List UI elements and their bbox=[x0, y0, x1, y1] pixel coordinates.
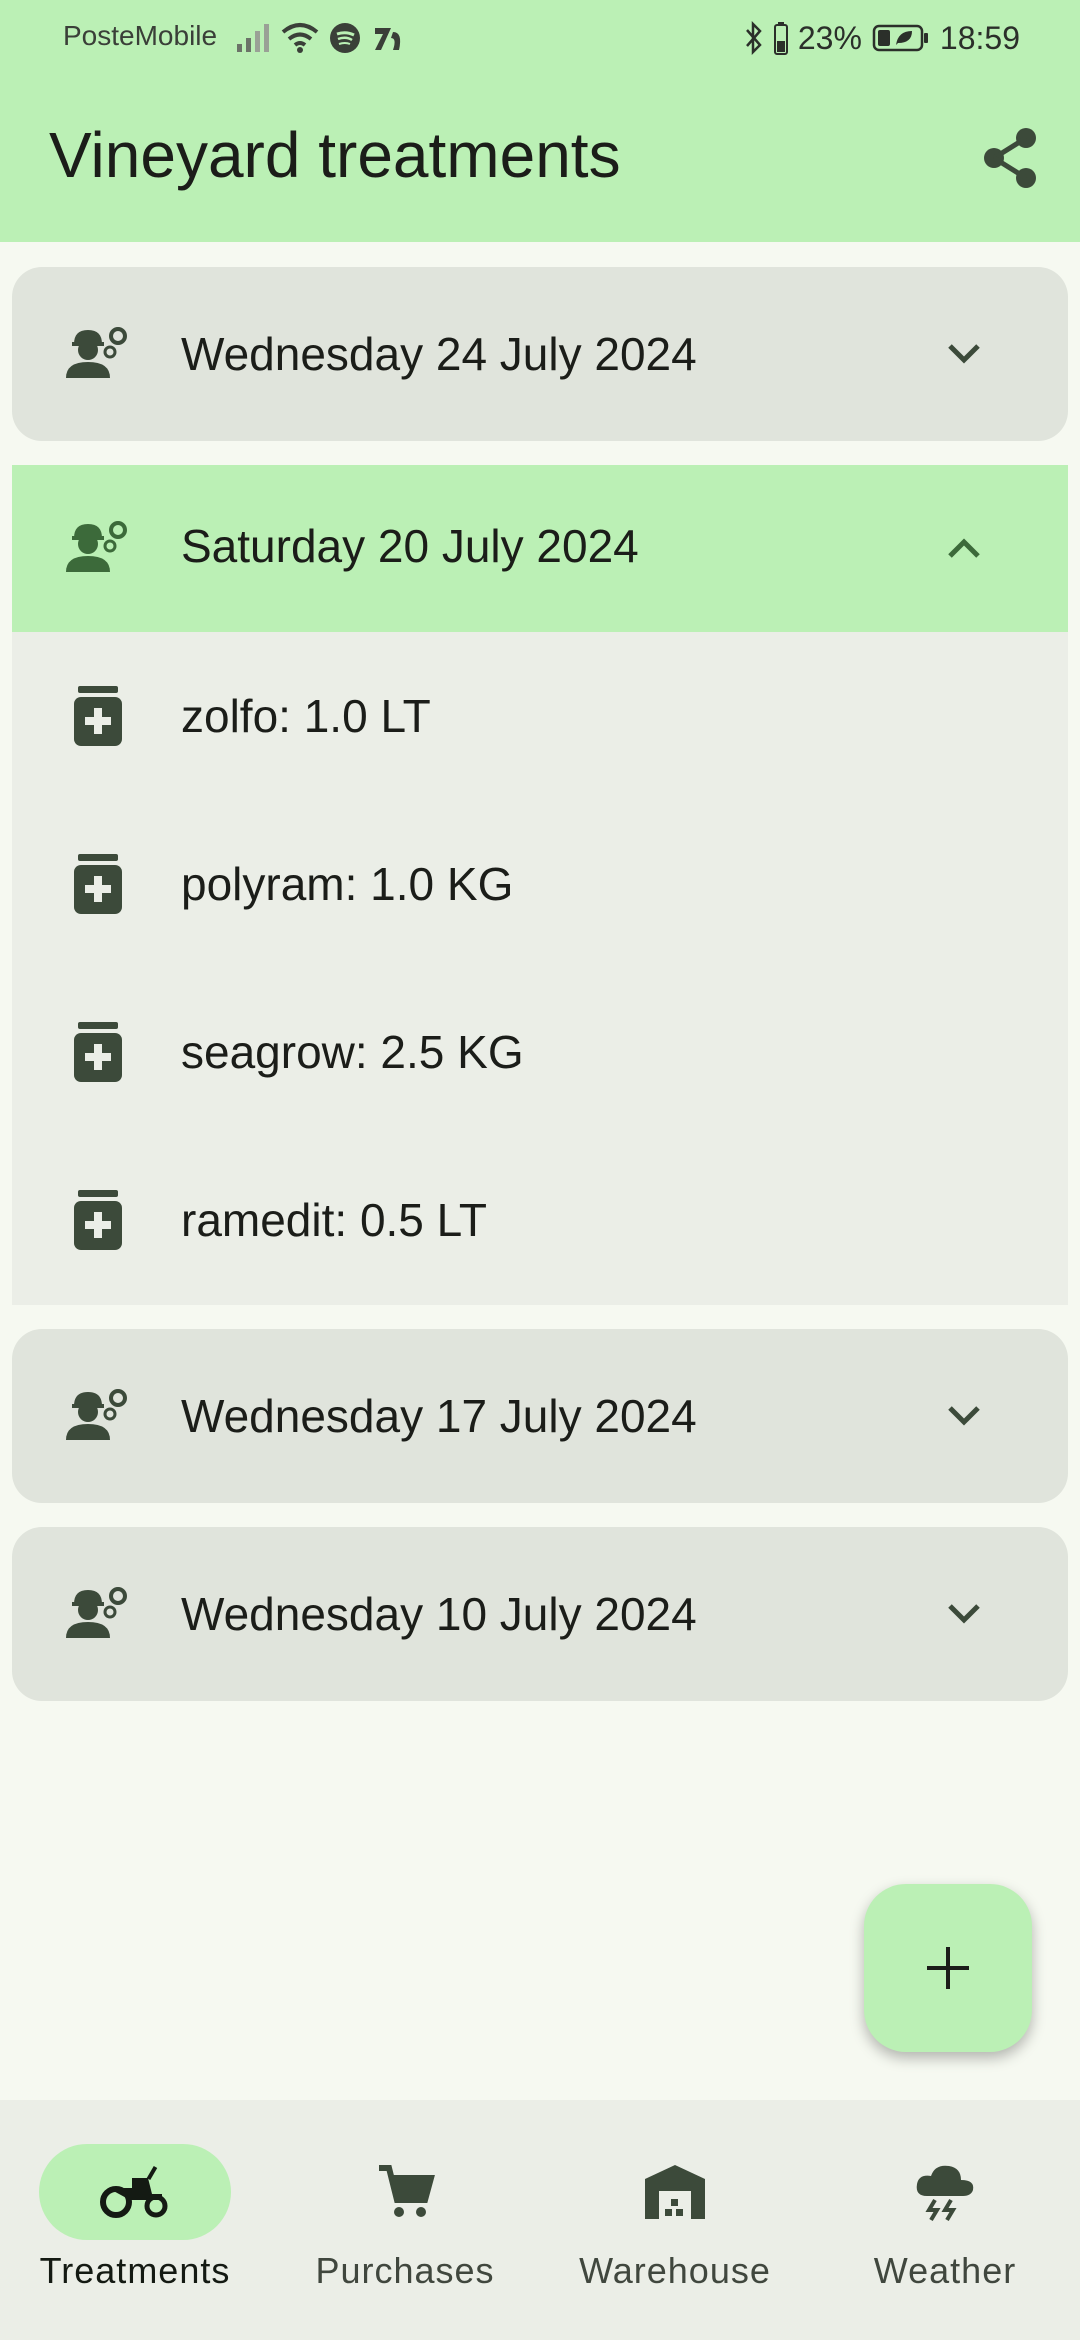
signal-icon bbox=[237, 24, 269, 52]
status-icons bbox=[235, 20, 407, 56]
chevron-down-icon[interactable] bbox=[934, 1386, 994, 1446]
medicine-icon bbox=[74, 686, 122, 746]
clock: 18:59 bbox=[939, 19, 1020, 56]
cart-icon bbox=[379, 2165, 435, 2217]
share-icon bbox=[984, 128, 1036, 188]
treatment-date: Wednesday 10 July 2024 bbox=[181, 1588, 697, 1640]
nav-item-warehouse[interactable]: Warehouse bbox=[540, 2100, 810, 2340]
treatment-card[interactable]: Wednesday 17 July 2024 bbox=[12, 1329, 1068, 1503]
nav-indicator bbox=[309, 2144, 501, 2240]
status-bar: PosteMobile 23% 18:59 bbox=[0, 0, 1080, 76]
wifi-icon bbox=[281, 23, 319, 53]
product-item: zolfo: 1.0 LT bbox=[12, 632, 1068, 800]
medicine-icon bbox=[74, 1190, 122, 1250]
medicine-icon bbox=[74, 854, 122, 914]
bluetooth-icon bbox=[745, 21, 762, 55]
tractor-icon bbox=[100, 2165, 168, 2218]
app-notification-icon bbox=[375, 28, 401, 50]
nav-item-purchases[interactable]: Purchases bbox=[270, 2100, 540, 2340]
product-label: seagrow: 2.5 KG bbox=[181, 1026, 524, 1078]
chevron-up-icon[interactable] bbox=[934, 518, 994, 578]
worker-gear-icon bbox=[66, 521, 127, 572]
battery-saver-icon bbox=[773, 22, 788, 55]
warehouse-icon bbox=[645, 2165, 705, 2219]
nav-indicator bbox=[849, 2144, 1041, 2240]
carrier-name: PosteMobile bbox=[63, 20, 218, 51]
product-item: seagrow: 2.5 KG bbox=[12, 968, 1068, 1136]
treatment-date: Wednesday 24 July 2024 bbox=[181, 328, 697, 380]
medicine-icon bbox=[74, 1022, 122, 1082]
nav-indicator bbox=[579, 2144, 771, 2240]
treatment-card[interactable]: Wednesday 10 July 2024 bbox=[12, 1527, 1068, 1701]
spotify-icon bbox=[330, 23, 360, 53]
product-label: zolfo: 1.0 LT bbox=[181, 690, 431, 742]
worker-gear-icon bbox=[66, 1587, 127, 1638]
product-label: polyram: 1.0 KG bbox=[181, 858, 514, 910]
battery-icon bbox=[872, 24, 928, 52]
treatment-card-header[interactable]: Saturday 20 July 2024 bbox=[12, 465, 1068, 632]
nav-label: Treatments bbox=[39, 2250, 231, 2291]
add-treatment-button[interactable] bbox=[864, 1884, 1032, 2052]
nav-label: Warehouse bbox=[579, 2250, 771, 2291]
product-label: ramedit: 0.5 LT bbox=[181, 1194, 487, 1246]
bottom-navigation: Treatments Purchases Warehouse Weather bbox=[0, 2100, 1080, 2340]
app-bar: PosteMobile 23% 18:59 Vineyard treatment… bbox=[0, 0, 1080, 242]
chevron-down-icon[interactable] bbox=[934, 1584, 994, 1644]
product-item: polyram: 1.0 KG bbox=[12, 800, 1068, 968]
nav-label: Purchases bbox=[315, 2250, 495, 2291]
worker-gear-icon bbox=[66, 327, 127, 378]
treatment-card[interactable]: Wednesday 24 July 2024 bbox=[12, 267, 1068, 441]
page-title: Vineyard treatments bbox=[49, 119, 621, 191]
nav-indicator bbox=[39, 2144, 231, 2240]
treatment-card-expanded: Saturday 20 July 2024 zolfo: 1.0 LT poly… bbox=[12, 465, 1068, 1305]
nav-item-treatments[interactable]: Treatments bbox=[0, 2100, 270, 2340]
nav-item-weather[interactable]: Weather bbox=[810, 2100, 1080, 2340]
chevron-down-icon[interactable] bbox=[934, 324, 994, 384]
status-right: 23% 18:59 bbox=[744, 18, 1020, 58]
plus-icon bbox=[927, 1947, 969, 1989]
battery-percent: 23% bbox=[797, 19, 862, 56]
share-button[interactable] bbox=[970, 118, 1050, 198]
product-item: ramedit: 0.5 LT bbox=[12, 1136, 1068, 1304]
treatment-date: Saturday 20 July 2024 bbox=[181, 520, 639, 572]
worker-gear-icon bbox=[66, 1389, 127, 1440]
treatment-date: Wednesday 17 July 2024 bbox=[181, 1390, 697, 1442]
storm-cloud-icon bbox=[916, 2165, 974, 2222]
nav-label: Weather bbox=[873, 2250, 1017, 2291]
